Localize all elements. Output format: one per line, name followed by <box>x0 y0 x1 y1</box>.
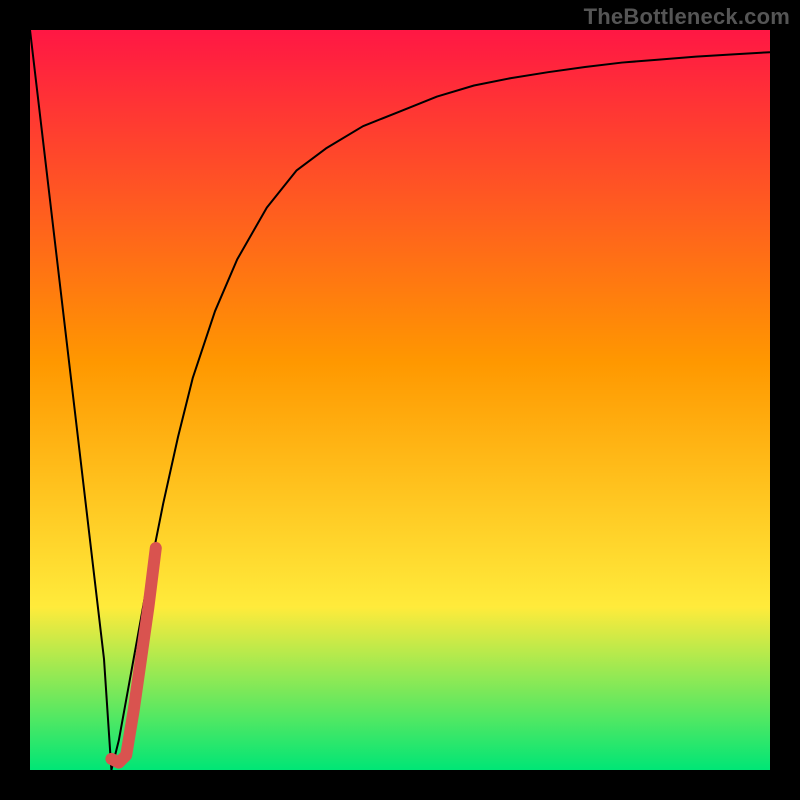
chart-svg <box>30 30 770 770</box>
watermark-text: TheBottleneck.com <box>584 4 790 30</box>
plot-area <box>30 30 770 770</box>
chart-frame: TheBottleneck.com <box>0 0 800 800</box>
